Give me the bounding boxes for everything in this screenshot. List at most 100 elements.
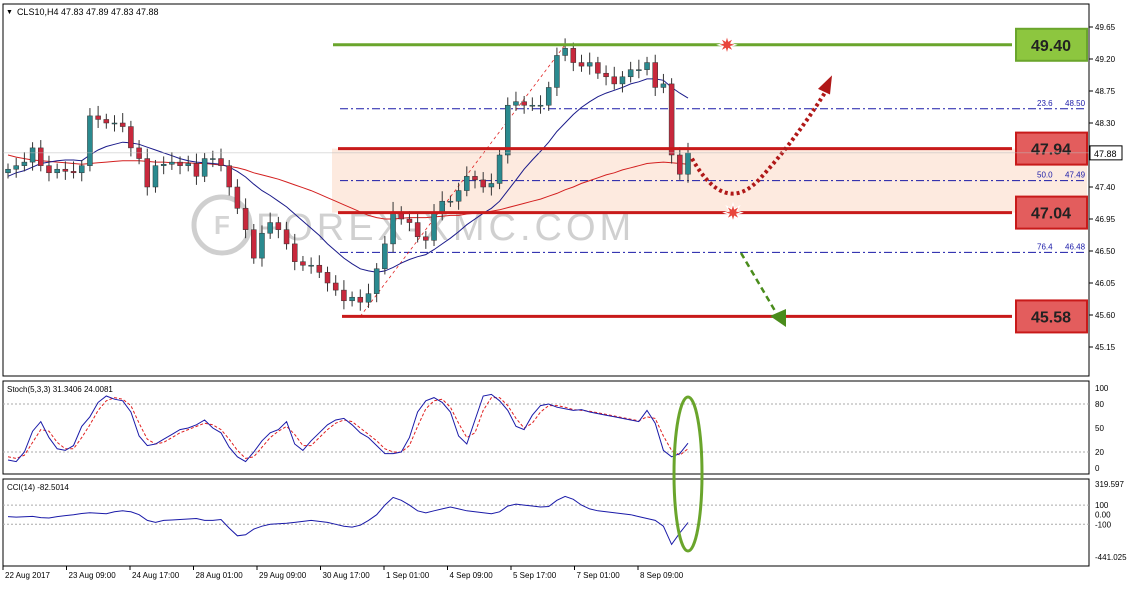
bullish-candle	[267, 222, 273, 234]
bearish-candle	[668, 83, 675, 156]
price-axis-label: 49.65	[1095, 23, 1116, 32]
fibonacci-price-label: 48.50	[1065, 99, 1086, 108]
bearish-candle	[332, 282, 339, 291]
bullish-candle	[29, 147, 36, 163]
bearish-candle	[406, 218, 413, 223]
chart-canvas: F FOREX-XMC.COM23.6 48.5050.0 47.4976.4 46.4…	[2, 3, 1127, 580]
bullish-candle	[169, 161, 175, 165]
stoch-axis-label: 100	[1095, 384, 1109, 393]
bearish-candle	[611, 76, 618, 85]
cci-axis-label: 100	[1095, 501, 1109, 510]
price-axis-label: 48.75	[1095, 87, 1116, 96]
bullish-candle	[619, 76, 626, 85]
bullish-candle	[5, 168, 11, 174]
bearish-candle	[275, 222, 282, 230]
bullish-candle	[87, 115, 93, 166]
bearish-candle	[324, 272, 331, 284]
bullish-candle	[185, 163, 191, 166]
cci-panel-frame	[2, 478, 1090, 567]
bullish-candle	[439, 200, 445, 213]
bearish-candle	[144, 158, 151, 188]
bearish-candle	[521, 101, 527, 106]
bullish-candle	[636, 69, 642, 71]
key-level-label: 47.04	[1031, 206, 1071, 223]
bullish-candle	[78, 165, 85, 174]
bearish-candle	[570, 48, 577, 63]
fibonacci-ratio-label: 76.4	[1037, 242, 1053, 251]
fibonacci-price-label: 46.48	[1065, 242, 1086, 251]
bullish-candle	[201, 158, 208, 177]
bullish-candle	[447, 200, 454, 203]
cci-title: CCI(14) -82.5014	[7, 483, 69, 492]
bearish-candle	[603, 72, 609, 78]
price-axis-label: 46.50	[1095, 247, 1116, 256]
bullish-candle	[488, 183, 495, 188]
bullish-candle	[13, 165, 19, 170]
fibonacci-price-label: 47.49	[1065, 171, 1086, 180]
bearish-candle	[119, 122, 126, 127]
time-axis-label: 29 Aug 09:00	[259, 571, 307, 580]
bullish-candle	[660, 83, 667, 88]
bearish-candle	[341, 289, 347, 302]
bearish-candle	[136, 147, 142, 159]
cci-axis-label: 0.00	[1095, 511, 1111, 520]
resistance-touch-marker	[716, 33, 738, 56]
bearish-candle	[234, 186, 241, 209]
price-axis-label: 49.20	[1095, 55, 1116, 64]
cci-axis-label: -441.025	[1095, 553, 1127, 562]
bullish-candle	[537, 104, 544, 107]
price-axis-label: 45.15	[1095, 343, 1116, 352]
bearish-candle	[38, 147, 44, 166]
bearish-candle	[103, 119, 110, 124]
bearish-candle	[95, 115, 101, 120]
bullish-candle	[160, 163, 167, 166]
price-axis-label: 47.40	[1095, 183, 1116, 192]
bullish-candle	[21, 161, 28, 166]
price-axis-label: 46.05	[1095, 279, 1116, 288]
watermark-logo-letter: F	[214, 210, 230, 240]
bearish-candle	[423, 236, 429, 241]
price-chart[interactable]: F FOREX-XMC.COM 23.6 48.50 50.0 47.49 76.4 46.4…	[0, 0, 1135, 584]
time-axis-label: 28 Aug 01:00	[196, 571, 244, 580]
stoch-axis-label: 80	[1095, 400, 1104, 409]
support-touch-marker	[722, 201, 744, 224]
bullish-candle	[562, 48, 568, 56]
bearish-candle	[414, 222, 421, 238]
symbol-ohlc-label: CLS10,H4 47.83 47.89 47.83 47.88	[16, 7, 159, 17]
bullish-candle	[210, 158, 216, 160]
bullish-candle	[390, 211, 396, 245]
bearish-candle	[128, 126, 134, 149]
bullish-candle	[644, 62, 650, 70]
symbol-dropdown-icon[interactable]: ▼	[6, 9, 13, 16]
bearish-candle	[70, 171, 77, 174]
stoch-title: Stoch(5,3,3) 31.3406 24.0081	[7, 385, 113, 394]
bearish-candle	[357, 296, 364, 303]
bullish-candle	[111, 122, 118, 125]
bearish-candle	[242, 208, 249, 230]
time-axis-label: 7 Sep 01:00	[577, 571, 621, 580]
key-level-label: 45.58	[1031, 309, 1071, 326]
stoch-axis-label: 0	[1095, 464, 1100, 473]
fibonacci-ratio-label: 23.6	[1037, 99, 1053, 108]
bearish-candle	[595, 62, 601, 74]
bullish-candle	[382, 243, 388, 270]
bearish-candle	[316, 264, 323, 273]
current-price-label: 47.88	[1094, 149, 1117, 159]
price-axis-label: 45.60	[1095, 311, 1116, 320]
bearish-candle	[652, 62, 658, 88]
cci-axis-label: 319.597	[1095, 480, 1124, 489]
stoch-axis-label: 50	[1095, 424, 1104, 433]
stoch-panel-frame	[2, 380, 1090, 475]
bearish-candle	[226, 165, 232, 188]
bearish-candle	[193, 163, 200, 177]
bullish-candle	[464, 176, 470, 191]
bullish-candle	[586, 62, 593, 67]
time-axis-label: 5 Sep 17:00	[513, 571, 557, 580]
bearish-candle	[283, 229, 290, 245]
bullish-candle	[455, 190, 462, 202]
bullish-candle	[685, 152, 691, 175]
bullish-candle	[545, 87, 552, 106]
time-axis-label: 8 Sep 09:00	[640, 571, 684, 580]
bullish-candle	[365, 293, 372, 303]
key-level-label: 47.94	[1031, 142, 1071, 159]
